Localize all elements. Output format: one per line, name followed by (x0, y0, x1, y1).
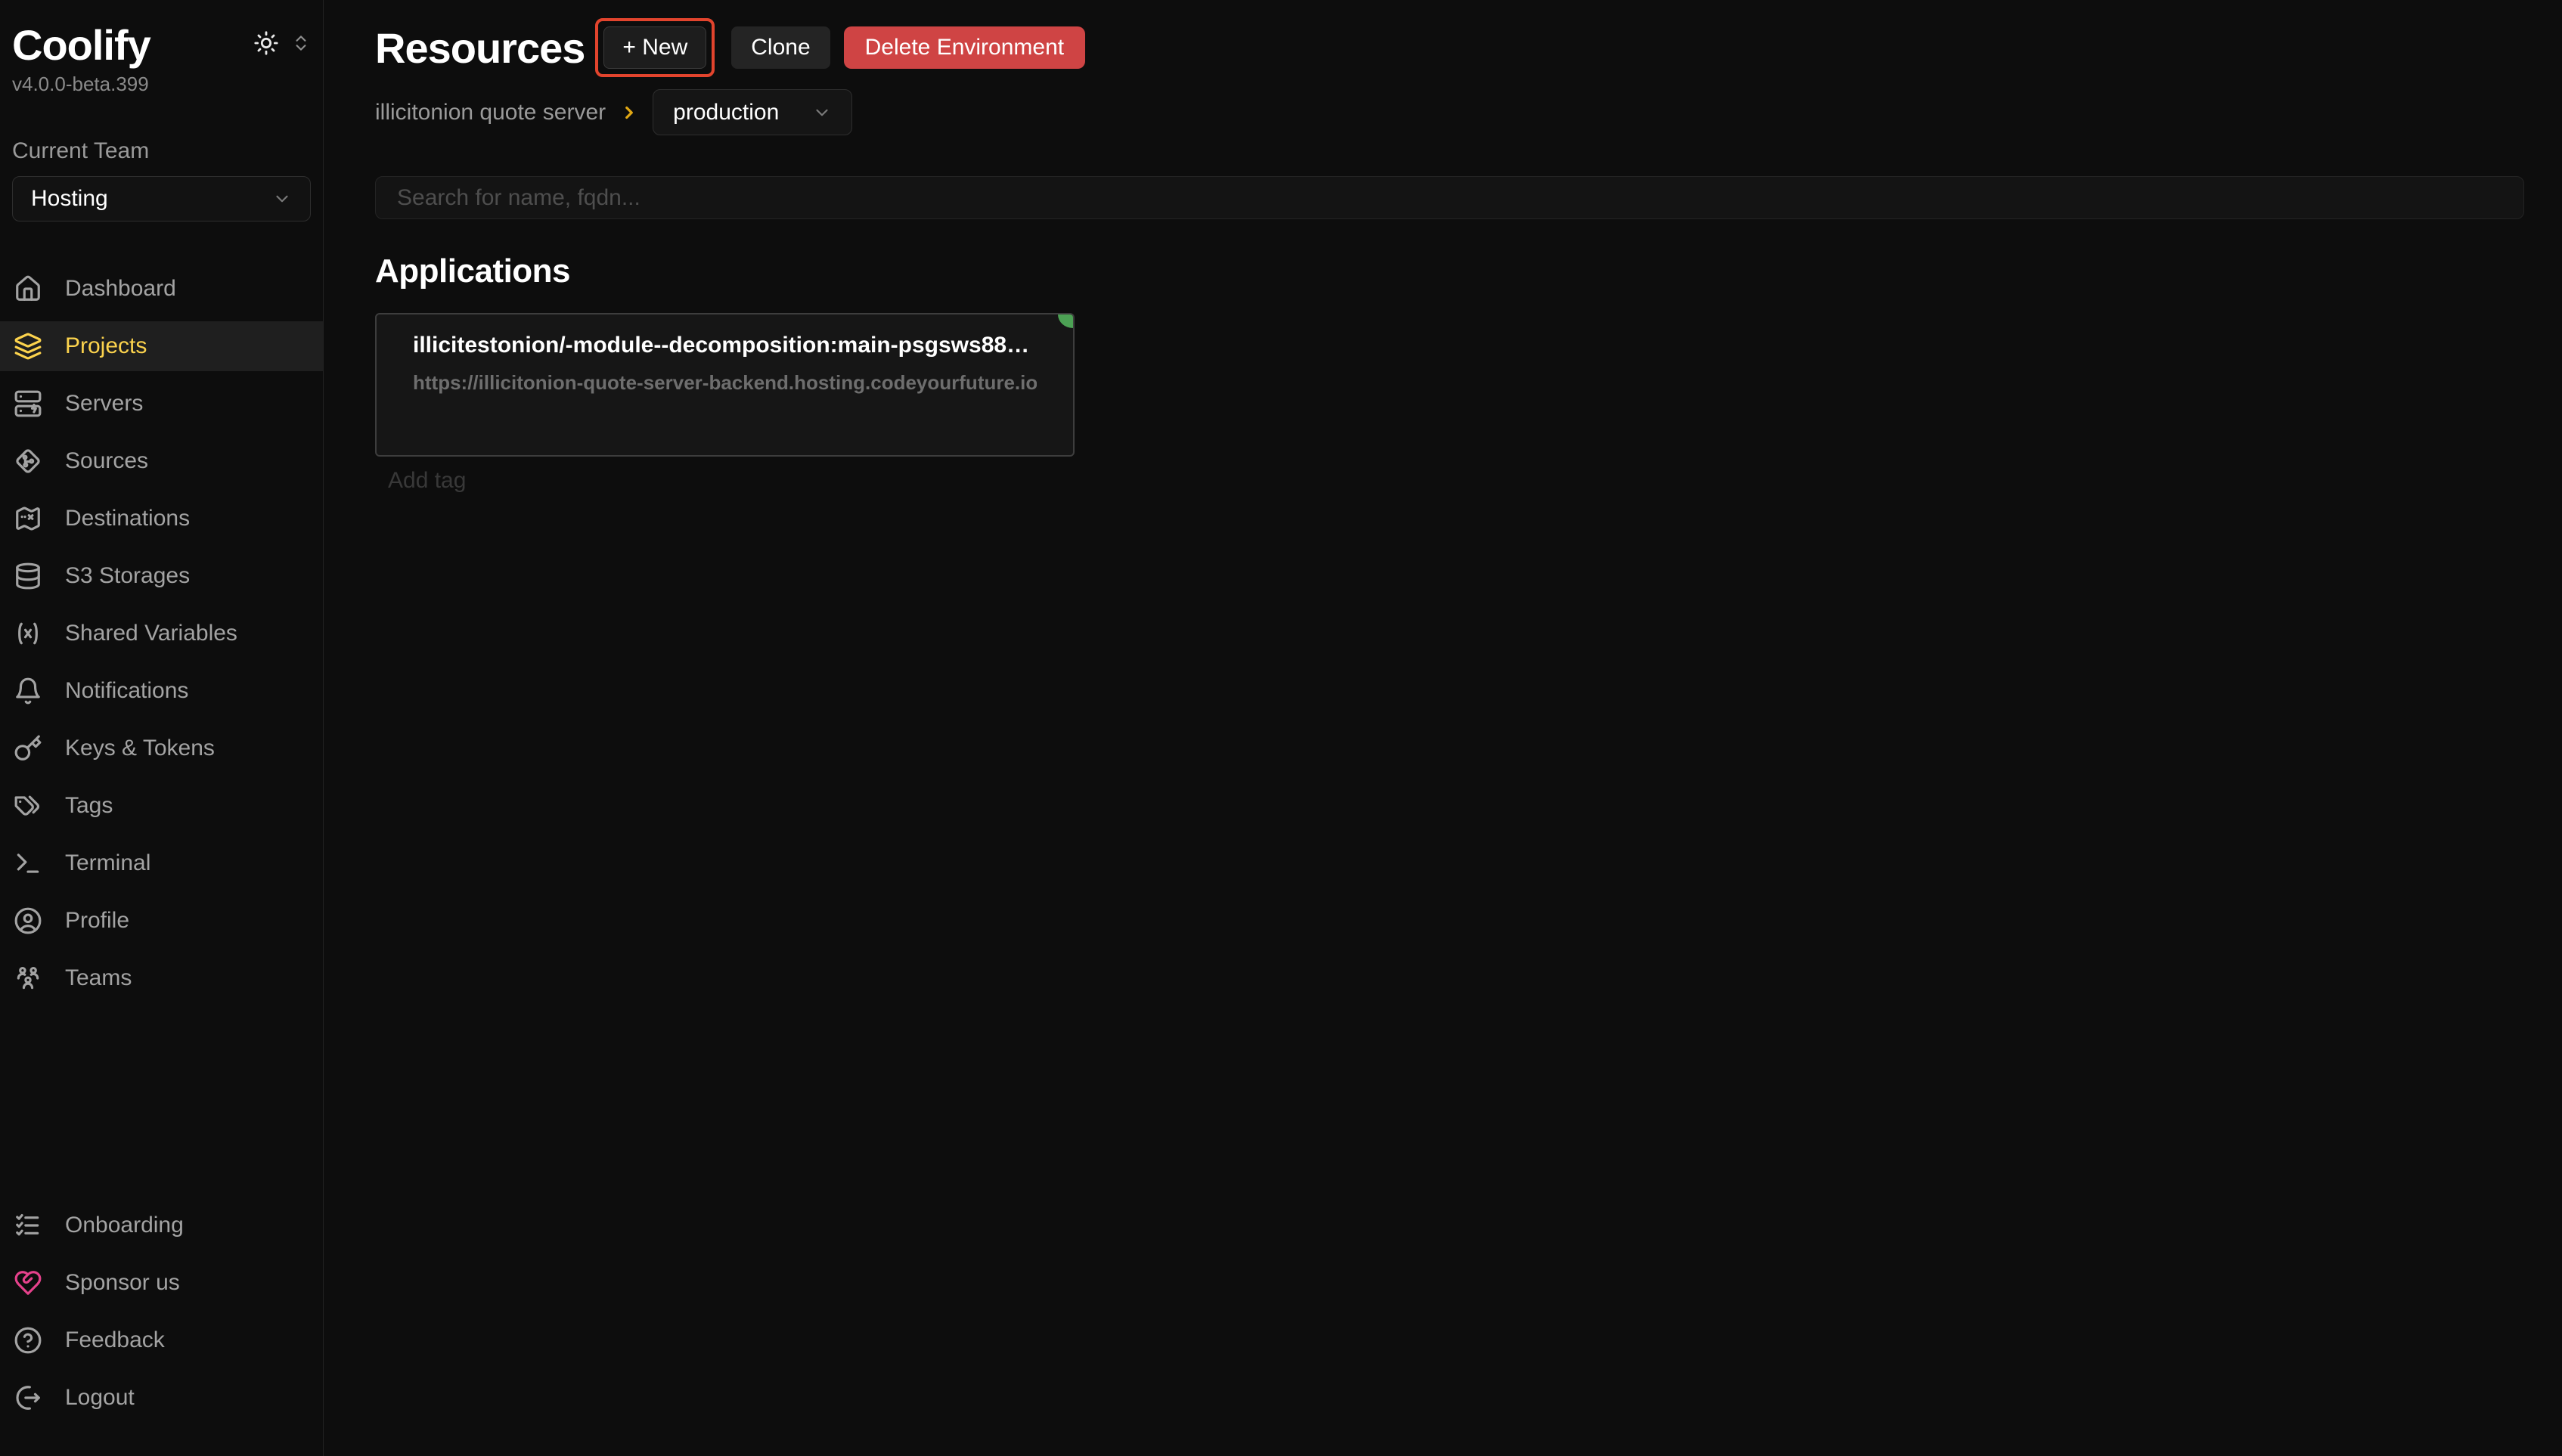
application-title: illicitestonion/-module--decomposition:m… (413, 333, 1037, 358)
current-team-label: Current Team (0, 138, 323, 164)
main-content: Resources + New Clone Delete Environment… (324, 0, 2562, 1456)
breadcrumb-project[interactable]: illicitonion quote server (375, 100, 606, 125)
chevron-down-icon (272, 189, 292, 209)
sidebar-item-sponsor-us[interactable]: Sponsor us (0, 1258, 323, 1308)
braces-x-icon (14, 619, 42, 648)
sidebar-item-teams[interactable]: Teams (0, 953, 323, 1003)
environment-select[interactable]: production (653, 89, 852, 135)
app-version: v4.0.0-beta.399 (0, 73, 323, 96)
user-circle-icon (14, 906, 42, 935)
key-icon (14, 734, 42, 763)
sidebar-item-projects[interactable]: Projects (0, 321, 323, 371)
sidebar-item-label: Feedback (65, 1327, 165, 1353)
sidebar-item-tags[interactable]: Tags (0, 781, 323, 831)
sidebar-item-label: S3 Storages (65, 563, 190, 589)
sidebar-item-terminal[interactable]: Terminal (0, 838, 323, 888)
delete-environment-button[interactable]: Delete Environment (844, 26, 1085, 69)
chevron-down-icon (812, 103, 832, 122)
sidebar-item-dashboard[interactable]: Dashboard (0, 264, 323, 314)
page-title: Resources (375, 23, 585, 73)
new-button[interactable]: + New (603, 26, 706, 69)
map-icon (14, 504, 42, 533)
checklist-icon (14, 1211, 42, 1240)
sidebar-item-label: Teams (65, 965, 132, 991)
sidebar-item-servers[interactable]: Servers (0, 379, 323, 429)
sidebar-item-profile[interactable]: Profile (0, 896, 323, 946)
users-icon (14, 964, 42, 993)
application-card[interactable]: illicitestonion/-module--decomposition:m… (375, 313, 1075, 457)
chevrons-up-down-icon[interactable] (291, 33, 311, 53)
sidebar-item-label: Keys & Tokens (65, 736, 215, 761)
sidebar-item-label: Profile (65, 908, 129, 934)
sidebar-item-feedback[interactable]: Feedback (0, 1315, 323, 1365)
sidebar-item-sources[interactable]: Sources (0, 436, 323, 486)
add-tag-button[interactable]: Add tag (388, 468, 466, 494)
sidebar-item-label: Shared Variables (65, 621, 237, 646)
terminal-icon (14, 849, 42, 878)
help-icon (14, 1326, 42, 1355)
sidebar-item-label: Tags (65, 793, 113, 819)
sidebar-item-keys-tokens[interactable]: Keys & Tokens (0, 723, 323, 773)
sidebar-item-logout[interactable]: Logout (0, 1373, 323, 1423)
database-icon (14, 562, 42, 590)
sidebar-item-onboarding[interactable]: Onboarding (0, 1200, 323, 1250)
team-select-value: Hosting (31, 186, 108, 212)
server-icon (14, 389, 42, 418)
sidebar-item-label: Sources (65, 448, 148, 474)
tags-icon (14, 792, 42, 820)
applications-heading: Applications (375, 255, 2524, 288)
application-url: https://illicitonion-quote-server-backen… (413, 371, 1037, 395)
bell-icon (14, 677, 42, 705)
annotation-highlight: + New (595, 18, 715, 77)
search-input[interactable] (375, 176, 2524, 219)
team-select[interactable]: Hosting (12, 176, 311, 221)
sidebar-item-destinations[interactable]: Destinations (0, 494, 323, 544)
chevron-right-icon (619, 103, 639, 122)
environment-select-value: production (673, 100, 779, 125)
git-icon (14, 447, 42, 476)
sidebar-item-label: Projects (65, 333, 147, 359)
clone-button[interactable]: Clone (731, 26, 830, 69)
sidebar-item-shared-variables[interactable]: Shared Variables (0, 609, 323, 658)
sidebar-nav: Dashboard Projects Servers Sources Destinati… (0, 264, 323, 1011)
sidebar-item-label: Logout (65, 1385, 135, 1411)
layers-icon (14, 332, 42, 361)
sidebar-item-label: Notifications (65, 678, 188, 704)
sidebar-item-label: Destinations (65, 506, 190, 531)
sidebar-footer-nav: Onboarding Sponsor us Feedback Logout (0, 1200, 323, 1456)
sidebar-item-label: Dashboard (65, 276, 176, 302)
sidebar-item-label: Terminal (65, 850, 150, 876)
theme-toggle-sun-icon[interactable] (253, 30, 279, 56)
sidebar-item-s3-storages[interactable]: S3 Storages (0, 551, 323, 601)
heart-icon (14, 1269, 42, 1297)
sidebar-item-notifications[interactable]: Notifications (0, 666, 323, 716)
sidebar: Coolify v4.0.0-beta.399 Current Team Hos… (0, 0, 324, 1456)
sidebar-item-label: Servers (65, 391, 143, 417)
app-logo[interactable]: Coolify (12, 21, 150, 70)
status-running-indicator (1058, 314, 1073, 328)
logout-icon (14, 1383, 42, 1412)
sidebar-item-label: Onboarding (65, 1213, 184, 1238)
sidebar-item-label: Sponsor us (65, 1270, 180, 1296)
breadcrumb: illicitonion quote server production (375, 89, 2524, 135)
home-icon (14, 274, 42, 303)
